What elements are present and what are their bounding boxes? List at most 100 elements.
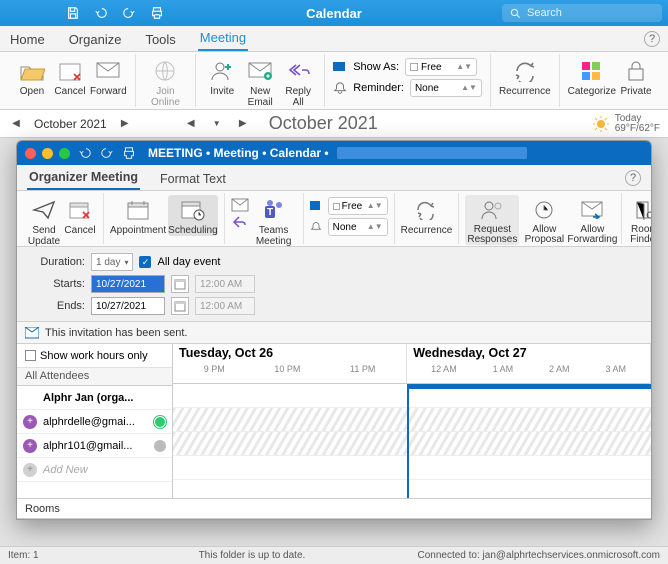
meeting-start-line[interactable] (407, 384, 409, 498)
new-email-button[interactable]: New Email (242, 56, 278, 108)
current-period-label[interactable]: October 2021 (34, 117, 107, 131)
big-month-label: October 2021 (269, 113, 378, 134)
duration-select[interactable]: 1 day▾ (91, 253, 133, 271)
tab-organizer-meeting[interactable]: Organizer Meeting (27, 166, 140, 190)
tab-tools[interactable]: Tools (143, 28, 177, 51)
close-icon[interactable] (25, 148, 36, 159)
starts-time-input: 12:00 AM (195, 275, 255, 293)
show-work-hours-checkbox[interactable]: Show work hours only (17, 344, 172, 368)
categorize-button[interactable]: Categorize (568, 56, 616, 97)
item-count: Item: 1 (8, 550, 39, 561)
quickaccess (66, 6, 164, 20)
prev-period-button[interactable]: ◀ (8, 116, 24, 132)
attendee-row[interactable]: +alphrdelle@gmai... (17, 410, 172, 434)
status-bar: Item: 1 This folder is up to date. Conne… (0, 546, 668, 564)
duration-label: Duration: (29, 256, 85, 268)
folder-status: This folder is up to date. (199, 550, 306, 561)
next-period-button[interactable]: ▶ (117, 116, 133, 132)
calendar-icon[interactable] (171, 297, 189, 315)
open-button[interactable]: Open (14, 56, 50, 97)
cancel-button[interactable]: Cancel (52, 56, 88, 97)
meeting-bar[interactable] (407, 384, 651, 389)
redacted-subject (337, 147, 527, 159)
add-icon[interactable]: + (23, 439, 37, 453)
bell-icon (333, 81, 347, 95)
meeting-fields: Duration: 1 day▾ ✓ All day event Starts:… (17, 247, 651, 322)
add-attendee-button[interactable]: +Add New (17, 458, 172, 482)
allday-checkbox[interactable]: ✓ (139, 256, 151, 268)
child-window-title: MEETING • Meeting • Calendar • (148, 146, 329, 160)
tab-format-text[interactable]: Format Text (158, 168, 228, 190)
print-icon[interactable] (150, 6, 164, 20)
child-ribbon: Send Update Cancel Appointment Schedulin… (17, 191, 651, 247)
dropdown-icon[interactable]: ▼ (209, 116, 225, 132)
help-icon[interactable]: ? (644, 31, 660, 47)
day1-header: Tuesday, Oct 26 (179, 346, 400, 360)
date-nav: ◀ October 2021 ▶ ◀ ▼ ▶ October 2021 Toda… (0, 110, 668, 138)
forward-button[interactable]: Forward (90, 56, 127, 97)
mail-icon[interactable] (231, 198, 249, 212)
show-as-free[interactable]: Free▲▼ (310, 197, 388, 215)
tab-organize[interactable]: Organize (67, 28, 124, 51)
search-icon (510, 8, 521, 19)
window-controls[interactable] (25, 148, 70, 159)
meeting-window: MEETING • Meeting • Calendar • Organizer… (16, 140, 652, 520)
teams-meeting-button[interactable]: TTeams Meeting (251, 195, 297, 247)
show-as-icon (310, 201, 322, 211)
send-update-button[interactable]: Send Update (27, 195, 61, 247)
reply-icon[interactable] (231, 215, 249, 229)
app-title: Calendar (306, 6, 362, 21)
allow-forwarding-button[interactable]: Allow Forwarding (569, 195, 615, 245)
attendee-row[interactable]: +alphr101@gmail... (17, 434, 172, 458)
room-finder-button[interactable]: Room Finder (628, 195, 652, 245)
tab-home[interactable]: Home (8, 28, 47, 51)
minimize-icon[interactable] (42, 148, 53, 159)
add-icon[interactable]: + (23, 415, 37, 429)
request-responses-button[interactable]: Request Responses (465, 195, 519, 245)
starts-label: Starts: (29, 278, 85, 290)
weather-widget[interactable]: Today69°F/62°F (593, 114, 660, 134)
child-tabs: Organizer Meeting Format Text ? (17, 165, 651, 191)
scheduling-grid: Show work hours only All Attendees Alphr… (17, 344, 651, 498)
reply-all-button[interactable]: Reply All (280, 56, 316, 108)
prev-month-button[interactable]: ◀ (183, 116, 199, 132)
undo-icon[interactable] (94, 6, 108, 20)
undo-icon[interactable] (78, 146, 92, 160)
connection-status: Connected to: jan@alphrtechservices.onmi… (418, 550, 661, 561)
child-footer: ▾ Busy Tentative Out of Office No Inform… (17, 518, 651, 520)
reminder-none[interactable]: None▲▼ (310, 218, 388, 236)
show-as-row[interactable]: Show As: Free▲▼ (333, 58, 482, 76)
join-online-button[interactable]: Join Online (144, 56, 188, 108)
calendar-icon[interactable] (171, 275, 189, 293)
appointment-button[interactable]: Appointment (110, 195, 166, 236)
main-ribbon: Open Cancel Forward Join Online Invite N… (0, 52, 668, 110)
cancel-meeting-button[interactable]: Cancel (63, 195, 97, 236)
plus-icon: + (23, 463, 37, 477)
invite-button[interactable]: Invite (204, 56, 240, 97)
help-icon[interactable]: ? (625, 170, 641, 186)
redo-icon[interactable] (122, 6, 136, 20)
attendee-organizer[interactable]: Alphr Jan (orga... (17, 386, 172, 410)
maximize-icon[interactable] (59, 148, 70, 159)
reminder-row[interactable]: Reminder: None▲▼ (333, 79, 482, 97)
save-icon[interactable] (66, 6, 80, 20)
scheduling-button[interactable]: Scheduling (168, 195, 217, 236)
allow-proposal-button[interactable]: Allow Proposal (521, 195, 567, 245)
private-button[interactable]: Private (618, 56, 654, 97)
svg-text:T: T (267, 207, 273, 218)
recurrence-button[interactable]: Recurrence (499, 56, 551, 97)
time-grid[interactable]: Tuesday, Oct 26 9 PM10 PM11 PM Wednesday… (173, 344, 651, 498)
bell-icon (310, 221, 322, 233)
print-icon[interactable] (122, 146, 136, 160)
redo-icon[interactable] (100, 146, 114, 160)
child-titlebar[interactable]: MEETING • Meeting • Calendar • (17, 141, 651, 165)
tab-meeting[interactable]: Meeting (198, 26, 248, 51)
starts-date-input[interactable]: 10/27/2021 (91, 275, 165, 293)
ends-date-input[interactable]: 10/27/2021 (91, 297, 165, 315)
recurrence-button-2[interactable]: Recurrence (401, 195, 453, 236)
next-month-button[interactable]: ▶ (235, 116, 251, 132)
ribbon-tabs: Home Organize Tools Meeting ? (0, 26, 668, 52)
rooms-header[interactable]: Rooms (17, 498, 651, 518)
search-input[interactable]: Search (502, 4, 662, 22)
ends-label: Ends: (29, 300, 85, 312)
